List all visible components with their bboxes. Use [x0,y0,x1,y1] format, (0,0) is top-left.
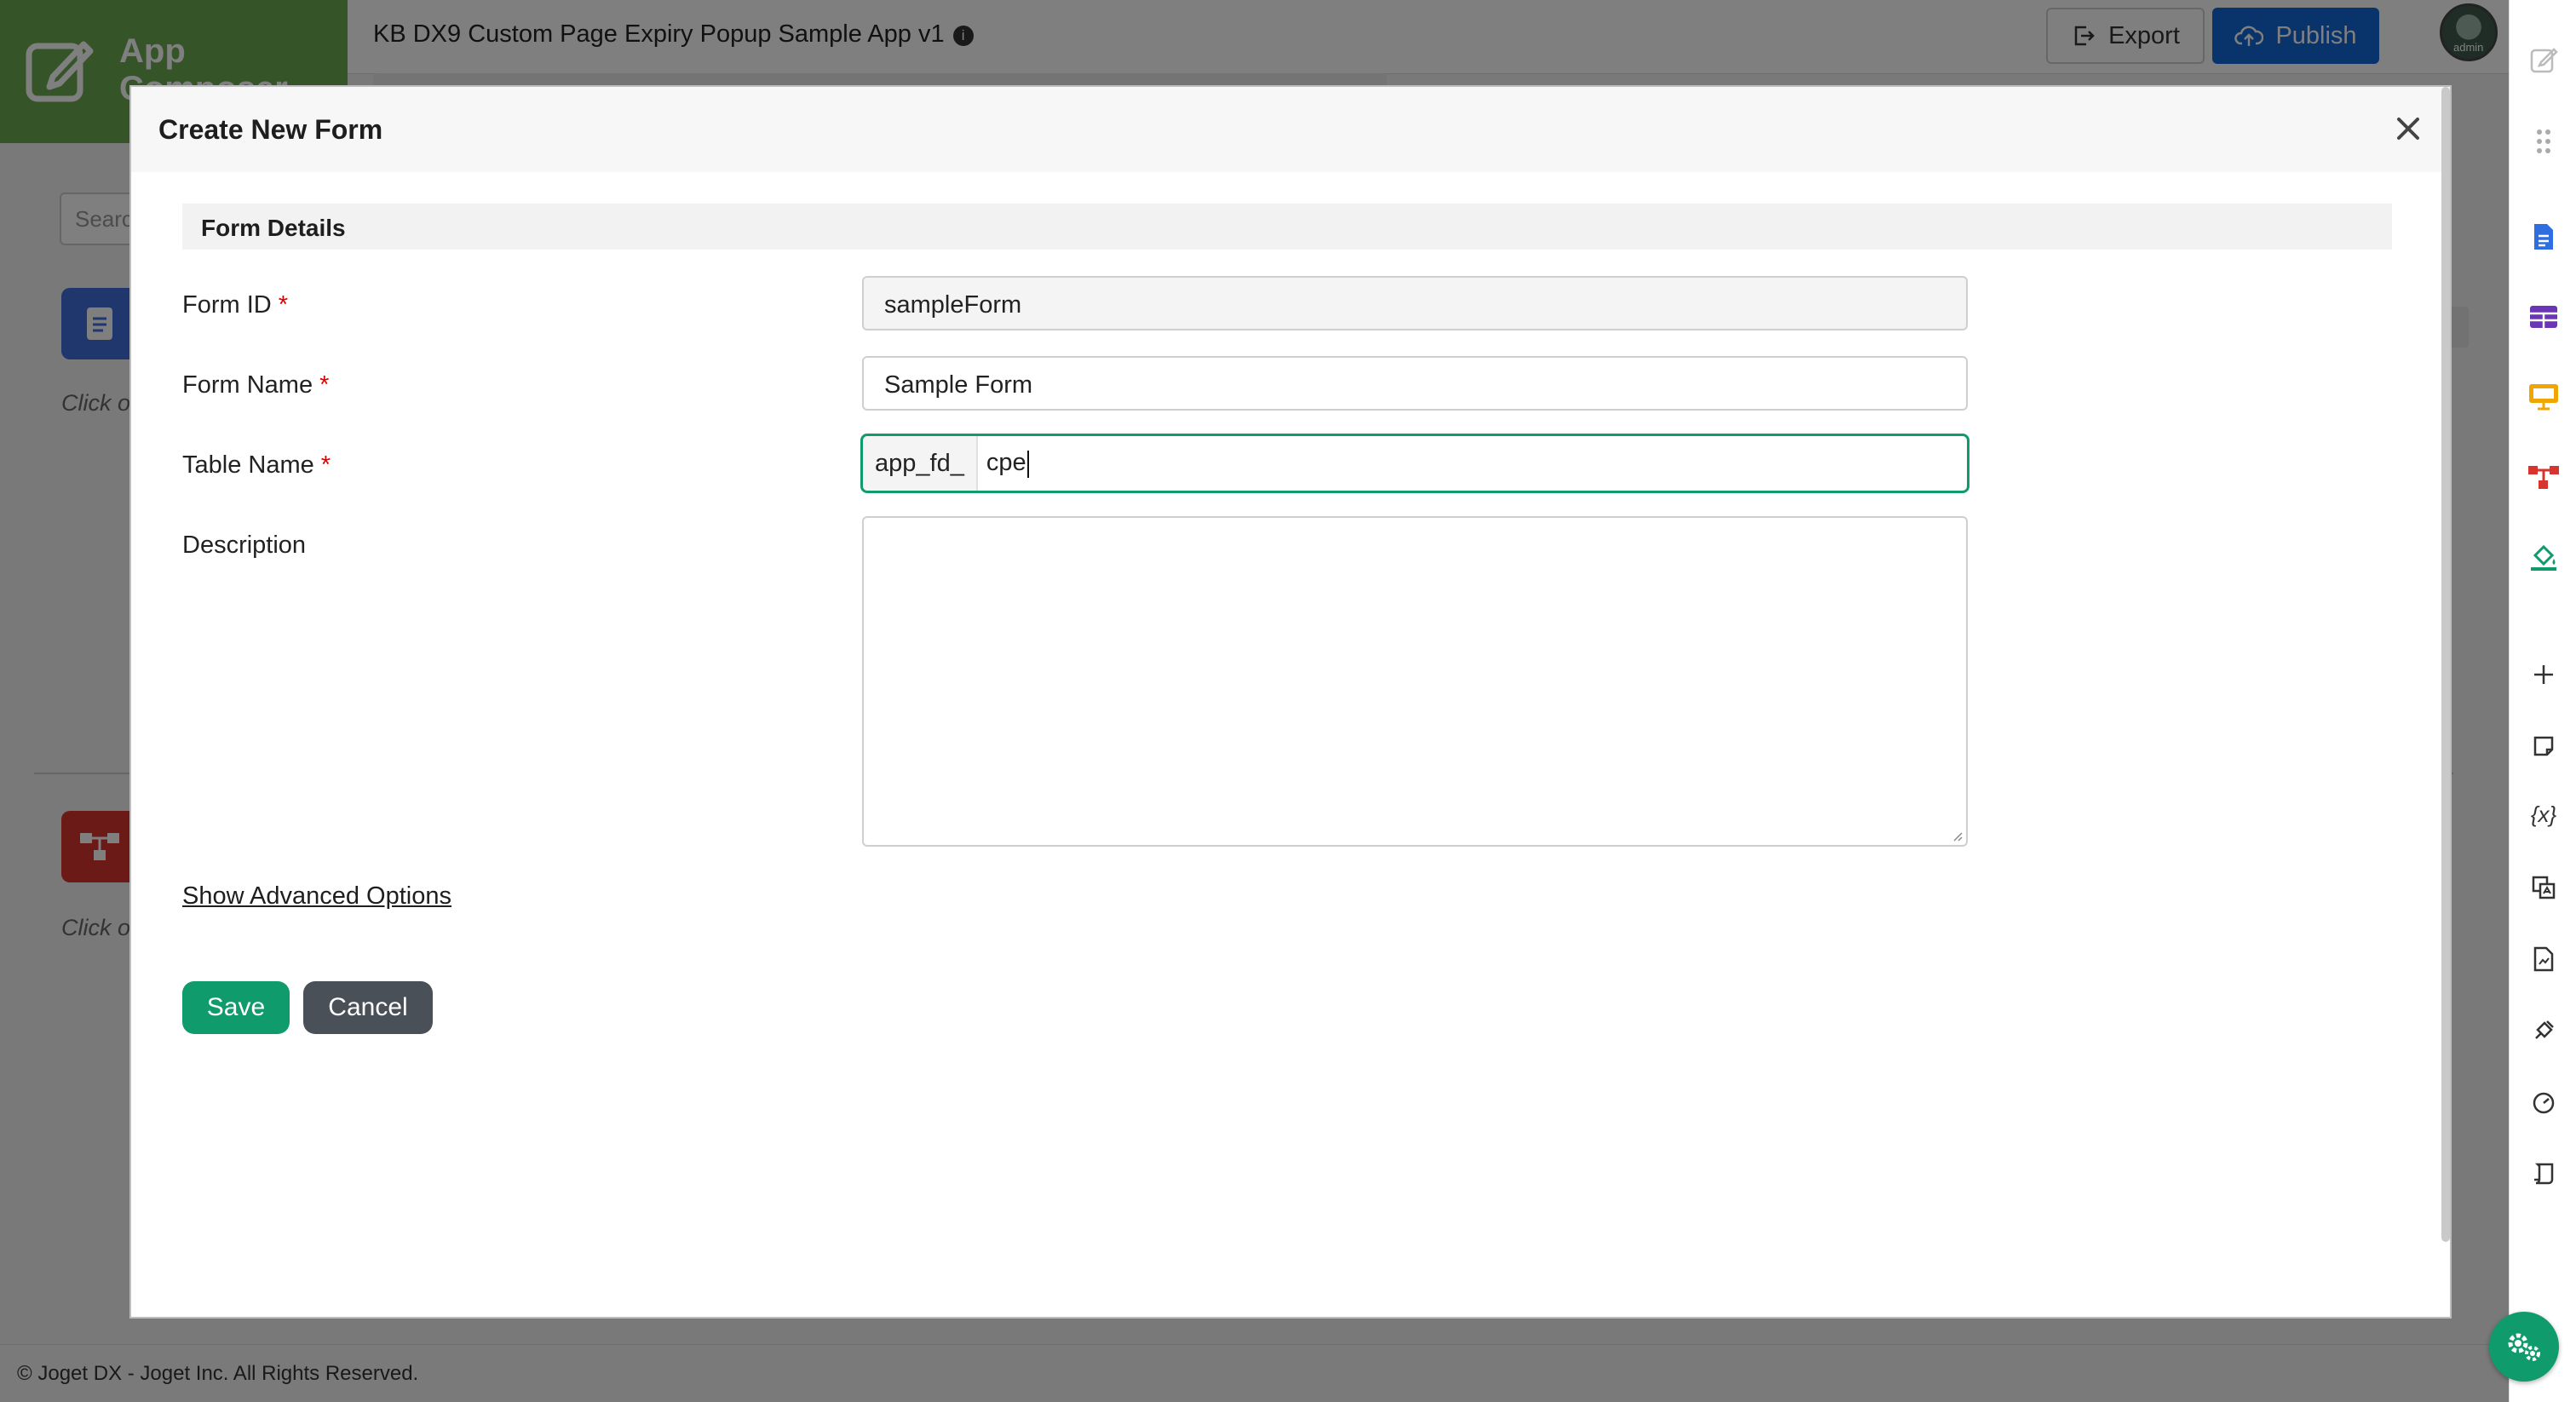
cancel-button[interactable]: Cancel [303,981,433,1034]
modal-title: Create New Form [158,114,383,145]
form-name-value: Sample Form [884,371,1033,399]
required-marker: * [319,371,330,399]
text-caret [1026,450,1029,478]
table-name-text: cpe [986,449,1026,477]
report-icon[interactable] [2527,942,2561,976]
table-name-label: Table Name * [182,451,331,480]
drag-handle-icon[interactable] [2527,124,2561,158]
form-name-label: Form Name * [182,371,329,399]
required-marker: * [320,451,331,479]
form-name-label-text: Form Name [182,371,313,399]
save-button[interactable]: Save [182,981,290,1034]
table-name-value: cpe [978,449,1029,478]
form-id-label: Form ID * [182,291,288,319]
show-advanced-options-link[interactable]: Show Advanced Options [182,882,451,911]
translate-icon[interactable] [2527,871,2561,905]
description-textarea[interactable] [862,516,1968,847]
app-composer-page: App Composer KB DX9 Custom Page Expiry P… [0,0,2576,1402]
performance-icon[interactable] [2527,1085,2561,1119]
description-label: Description [182,531,307,559]
form-id-label-text: Form ID [182,291,272,319]
note-icon[interactable] [2527,729,2561,763]
section-title: Form Details [201,215,346,241]
userview-icon[interactable] [2527,380,2561,414]
log-icon[interactable] [2527,1157,2561,1191]
right-tool-rail [2509,0,2576,1402]
table-name-field[interactable]: app_fd_ cpe [860,434,1969,493]
form-id-value: sampleForm [884,291,1022,319]
close-button[interactable] [2389,109,2428,148]
modal-header: Create New Form [131,87,2450,172]
form-name-field[interactable]: Sample Form [862,356,1968,411]
close-icon [2397,118,2419,140]
datalist-icon[interactable] [2527,300,2561,334]
resize-handle-icon[interactable] [1951,830,1963,842]
form-details-section: Form Details [182,204,2392,250]
variable-icon[interactable]: {x} [2527,797,2561,831]
table-prefix: app_fd_ [863,436,978,491]
theme-icon[interactable] [2527,540,2561,574]
form-id-field[interactable]: sampleForm [862,276,1968,330]
modal-scrollbar[interactable] [2441,87,2450,1242]
create-form-modal: Create New Form Form Details Form ID * sa… [129,85,2452,1319]
form-icon[interactable] [2527,220,2561,254]
required-marker: * [278,291,289,319]
settings-fab[interactable] [2489,1312,2559,1382]
process-icon[interactable] [2527,460,2561,494]
plugin-icon[interactable] [2527,1014,2561,1048]
gears-icon [2508,1333,2540,1361]
add-icon[interactable] [2527,658,2561,692]
table-name-label-text: Table Name [182,451,314,479]
edit-icon[interactable] [2527,43,2561,77]
